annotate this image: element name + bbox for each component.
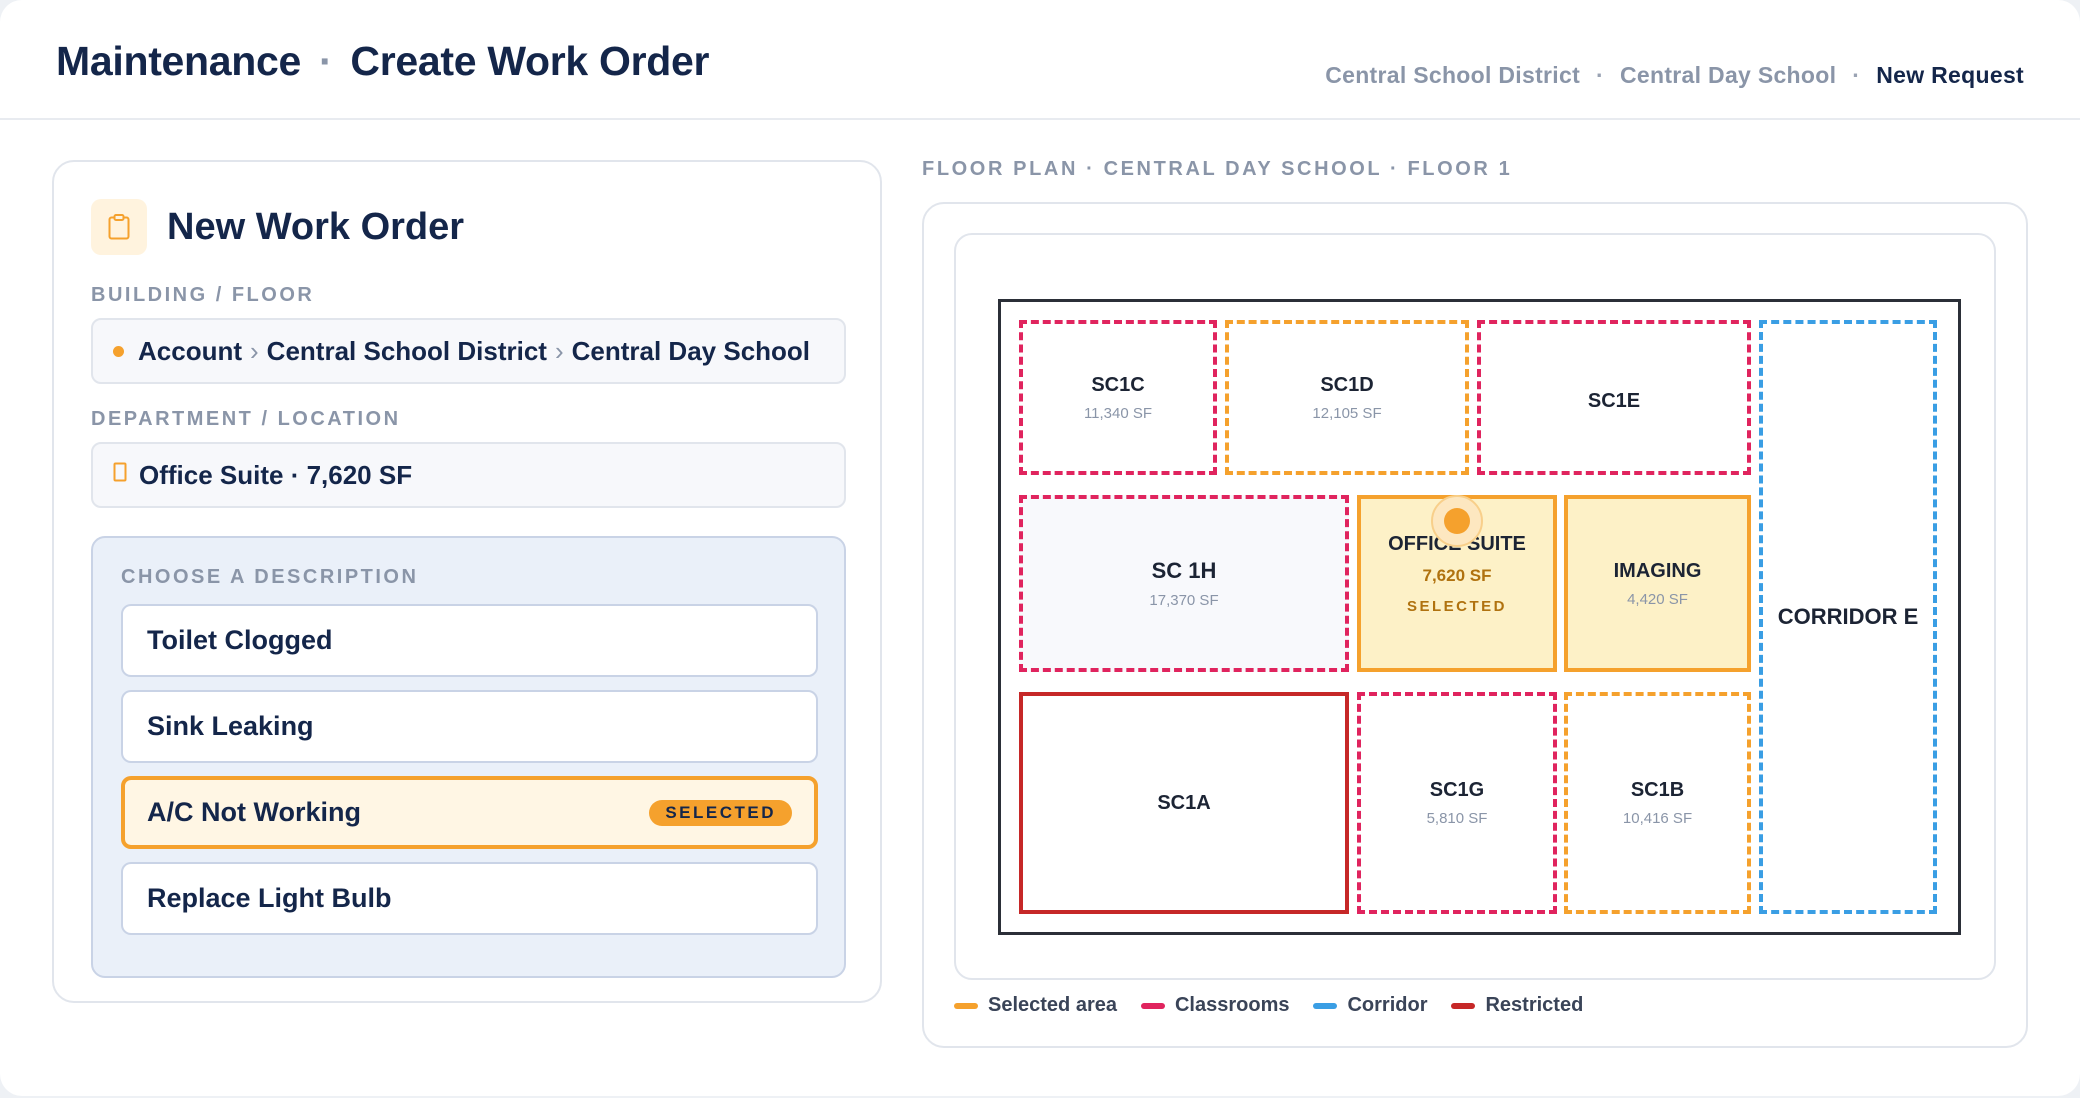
description-option-label: Toilet Clogged <box>147 625 333 655</box>
floor-plan-canvas: SC1C 11,340 SF SC1D 12,105 SF SC1E SC 1H… <box>954 233 1996 980</box>
room-area: 7,620 SF <box>1422 566 1492 585</box>
clipboard-icon-svg <box>108 214 130 240</box>
department-location-label: DEPARTMENT / LOCATION <box>91 408 401 430</box>
room-area: 5,810 SF <box>1426 810 1488 827</box>
description-option[interactable]: Sink Leaking <box>121 690 818 763</box>
room-name: SC1A <box>1157 791 1211 814</box>
path-separator: › <box>250 335 259 366</box>
location-pin-core <box>1444 508 1470 534</box>
module-title: Maintenance <box>56 38 302 84</box>
room-name: SC 1H <box>1151 558 1217 583</box>
room-name: SC1D <box>1320 373 1374 396</box>
path-separator: › <box>554 335 564 366</box>
floor-plan-legend: Selected area Classrooms Corridor Restri… <box>954 994 1607 1017</box>
room-imaging[interactable]: IMAGING 4,420 SF <box>1564 495 1751 672</box>
legend-label: Restricted <box>1485 994 1584 1016</box>
location-dot-icon <box>113 345 124 357</box>
room-selected-tag: SELECTED <box>1406 598 1507 615</box>
selected-badge: SELECTED <box>649 800 792 826</box>
description-option[interactable]: Toilet Clogged <box>121 604 818 677</box>
building-floor-label: BUILDING / FLOOR <box>91 284 315 306</box>
legend-corridor: Corridor <box>1313 994 1427 1017</box>
room-name: SC1E <box>1587 390 1641 412</box>
building-outline: SC1C 11,340 SF SC1D 12,105 SF SC1E SC 1H… <box>998 299 1961 935</box>
path-account: Account <box>138 335 242 366</box>
description-option-selected[interactable]: A/C Not Working SELECTED <box>121 776 818 849</box>
room-name: IMAGING <box>1613 559 1702 582</box>
room-office-suite[interactable]: OFFICE SUITE 7,620 SF SELECTED <box>1357 495 1557 672</box>
card-title: New Work Order <box>167 206 465 248</box>
room-area: 12,105 SF <box>1312 404 1382 422</box>
breadcrumb-separator: · <box>1596 62 1604 88</box>
department-location-field[interactable]: Office Suite · 7,620 SF <box>91 442 846 508</box>
legend-swatch <box>954 1002 978 1009</box>
legend-restricted: Restricted <box>1451 994 1583 1017</box>
path-district: Central School District <box>266 335 547 366</box>
legend-label: Corridor <box>1347 994 1428 1016</box>
legend-swatch <box>1140 1002 1165 1009</box>
room-corridor-e[interactable]: CORRIDOR E <box>1759 320 1937 914</box>
room-name: SC1C <box>1091 373 1145 396</box>
room-name: CORRIDOR E <box>1777 604 1919 629</box>
floor-plan-caption: FLOOR PLAN · CENTRAL DAY SCHOOL · FLOOR … <box>922 158 1513 180</box>
legend-swatch <box>1313 1002 1338 1009</box>
description-label: CHOOSE A DESCRIPTION <box>121 566 419 588</box>
floor-plan-card: SC1C 11,340 SF SC1D 12,105 SF SC1E SC 1H… <box>922 202 2028 1048</box>
breadcrumb-school[interactable]: Central Day School <box>1620 62 1836 88</box>
legend-swatch <box>1451 1002 1476 1009</box>
door-icon <box>113 462 127 488</box>
description-option-label: Replace Light Bulb <box>147 883 392 913</box>
description-panel: CHOOSE A DESCRIPTION Toilet Clogged Sink… <box>91 536 846 978</box>
description-option[interactable]: Replace Light Bulb <box>121 862 818 935</box>
location-pin-icon <box>1431 495 1483 547</box>
work-order-card: New Work Order BUILDING / FLOOR Account … <box>52 160 882 1003</box>
legend-classrooms: Classrooms <box>1140 994 1290 1017</box>
description-option-label: A/C Not Working <box>147 797 361 827</box>
title-separator: · <box>319 38 333 84</box>
room-area: 4,420 SF <box>1627 590 1688 608</box>
room-name: SC1G <box>1429 779 1485 801</box>
legend-selected-area: Selected area <box>954 994 1117 1017</box>
department-value: Office Suite · 7,620 SF <box>139 459 413 490</box>
page-title: Maintenance · Create Work Order <box>56 38 709 85</box>
room-area: 10,416 SF <box>1622 810 1693 827</box>
breadcrumb-district[interactable]: Central School District <box>1325 62 1580 88</box>
breadcrumb-separator: · <box>1852 62 1861 88</box>
legend-label: Selected area <box>988 994 1117 1016</box>
room-sc1d[interactable]: SC1D 12,105 SF <box>1225 320 1469 475</box>
room-area: 17,370 SF <box>1149 592 1219 609</box>
description-option-label: Sink Leaking <box>147 711 314 741</box>
room-sc1b[interactable]: SC1B 10,416 SF <box>1564 692 1751 914</box>
room-sc1c[interactable]: SC1C 11,340 SF <box>1019 320 1217 475</box>
legend-label: Classrooms <box>1174 994 1290 1016</box>
clipboard-icon <box>91 199 147 255</box>
page-name: Create Work Order <box>350 38 710 84</box>
room-sc1g[interactable]: SC1G 5,810 SF <box>1357 692 1557 914</box>
room-area: 11,340 SF <box>1083 404 1153 422</box>
room-sc1h[interactable]: SC 1H 17,370 SF <box>1019 495 1349 672</box>
top-bar: Maintenance · Create Work Order Central Sc… <box>0 0 2080 120</box>
app-window: Maintenance · Create Work Order Central Sc… <box>0 0 2080 1096</box>
breadcrumb-current: New Request <box>1876 62 2024 88</box>
breadcrumb: Central School District · Central Day Scho… <box>1325 62 2024 89</box>
building-floor-field[interactable]: Account › Central School District › Cent… <box>91 318 846 384</box>
path-school: Central Day School <box>571 335 811 366</box>
room-name: SC1B <box>1630 779 1685 801</box>
room-sc1a[interactable]: SC1A <box>1019 692 1349 914</box>
room-sc1e[interactable]: SC1E <box>1477 320 1751 475</box>
